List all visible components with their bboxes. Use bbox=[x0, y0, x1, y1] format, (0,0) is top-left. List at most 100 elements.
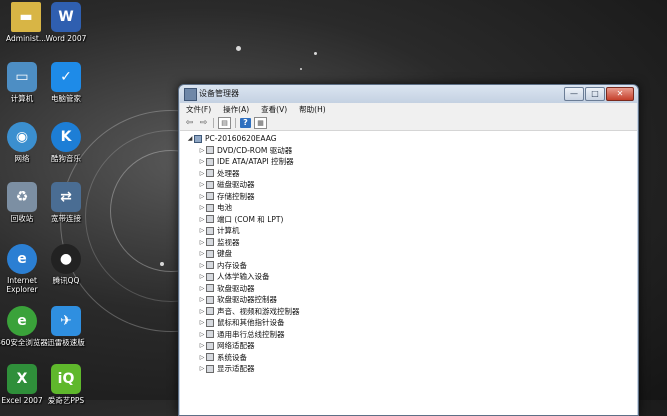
desktop-icon-word[interactable]: W Word 2007 bbox=[40, 2, 92, 43]
expand-arrow-icon[interactable]: ▷ bbox=[198, 340, 206, 352]
tree-root-computer[interactable]: ◢ PC-20160620EAAG bbox=[180, 133, 637, 145]
desktop-icon-pc-manager[interactable]: ✓ 电脑管家 bbox=[40, 62, 92, 103]
tree-item-label: 端口 (COM 和 LPT) bbox=[217, 214, 284, 224]
toolbar: ⇦ ⇨ ▤ ? ▦ bbox=[180, 116, 637, 131]
tree-item-device-category[interactable]: ▷ 监视器 bbox=[180, 237, 637, 249]
tree-item-device-category[interactable]: ▷ 声音、视频和游戏控制器 bbox=[180, 306, 637, 318]
device-manager-window[interactable]: 设备管理器 — □ ✕ 文件(F) 操作(A) 查看(V) 帮助(H) ⇦ ⇨ … bbox=[178, 84, 639, 416]
tree-item-device-category[interactable]: ▷ 通用串行总线控制器 bbox=[180, 329, 637, 341]
expand-arrow-icon[interactable]: ▷ bbox=[198, 352, 206, 364]
desktop-icon-label: 宽带连接 bbox=[51, 214, 81, 223]
tree-item-device-category[interactable]: ▷ 鼠标和其他指针设备 bbox=[180, 317, 637, 329]
wallpaper-dot bbox=[314, 52, 317, 55]
computer-icon bbox=[194, 134, 202, 143]
wallpaper-dot bbox=[236, 46, 241, 51]
tree-item-device-category[interactable]: ▷ 磁盘驱动器 bbox=[180, 179, 637, 191]
desktop-icon-xunlei[interactable]: ✈ 迅雷极速版 bbox=[40, 306, 92, 347]
expand-arrow-icon[interactable]: ▷ bbox=[198, 248, 206, 260]
window-controls: — □ ✕ bbox=[563, 87, 634, 101]
menu-bar: 文件(F) 操作(A) 查看(V) 帮助(H) bbox=[180, 103, 637, 116]
tree-item-device-category[interactable]: ▷ 处理器 bbox=[180, 168, 637, 180]
view-icon[interactable]: ▦ bbox=[254, 117, 267, 129]
device-category-icon bbox=[206, 364, 214, 373]
word-icon: W bbox=[51, 2, 81, 32]
expand-arrow-icon[interactable]: ▷ bbox=[198, 225, 206, 237]
back-icon[interactable]: ⇦ bbox=[184, 118, 195, 128]
desktop-icon-qq[interactable]: ● 腾讯QQ bbox=[40, 244, 92, 285]
device-category-icon bbox=[206, 169, 214, 178]
expand-arrow-icon[interactable]: ▷ bbox=[198, 145, 206, 157]
forward-icon[interactable]: ⇨ bbox=[198, 118, 209, 128]
tree-item-device-category[interactable]: ▷ 人体学输入设备 bbox=[180, 271, 637, 283]
tree-item-label: 通用串行总线控制器 bbox=[217, 329, 285, 339]
expand-arrow-icon[interactable]: ▷ bbox=[198, 179, 206, 191]
xunlei-icon: ✈ bbox=[51, 306, 81, 336]
desktop-icon-broadband[interactable]: ⇄ 宽带连接 bbox=[40, 182, 92, 223]
device-tree-pane[interactable]: ◢ PC-20160620EAAG ▷ DVD/CD-ROM 驱动器 ▷ IDE AT… bbox=[180, 131, 637, 415]
menu-action[interactable]: 操作(A) bbox=[217, 103, 255, 116]
expand-arrow-icon[interactable]: ▷ bbox=[198, 156, 206, 168]
desktop-icon-kugou[interactable]: K 酷狗音乐 bbox=[40, 122, 92, 163]
tree-item-device-category[interactable]: ▷ 软盘驱动器控制器 bbox=[180, 294, 637, 306]
tree-item-label: 软盘驱动器控制器 bbox=[217, 295, 277, 304]
expand-arrow-icon[interactable]: ▷ bbox=[198, 214, 206, 226]
minimize-button[interactable]: — bbox=[564, 87, 584, 101]
expand-arrow-icon[interactable]: ▷ bbox=[198, 260, 206, 272]
expand-arrow-icon[interactable]: ▷ bbox=[198, 191, 206, 203]
tree-item-label: 人体学输入设备 bbox=[217, 272, 270, 281]
device-category-icon bbox=[206, 157, 214, 166]
tree-item-device-category[interactable]: ▷ 网络适配器 bbox=[180, 340, 637, 352]
tree-item-device-category[interactable]: ▷ 电池 bbox=[180, 202, 637, 214]
expand-arrow-icon[interactable]: ▷ bbox=[198, 202, 206, 214]
tree-item-device-category[interactable]: ▷ 端口 (COM 和 LPT) bbox=[180, 214, 637, 226]
tree-item-device-category[interactable]: ▷ 显示适配器 bbox=[180, 363, 637, 375]
tree-item-label: 键盘 bbox=[217, 249, 232, 258]
tree-item-device-category[interactable]: ▷ 存储控制器 bbox=[180, 191, 637, 203]
window-titlebar[interactable]: 设备管理器 — □ ✕ bbox=[179, 85, 638, 103]
expand-arrow-icon[interactable]: ▷ bbox=[198, 237, 206, 249]
computer-icon: ▭ bbox=[7, 62, 37, 92]
tree-item-label: 内存设备 bbox=[217, 260, 247, 270]
collapse-arrow-icon[interactable]: ◢ bbox=[186, 133, 194, 145]
properties-icon[interactable]: ▤ bbox=[218, 117, 231, 129]
tree-item-device-category[interactable]: ▷ 内存设备 bbox=[180, 260, 637, 272]
device-category-icon bbox=[206, 238, 214, 247]
expand-arrow-icon[interactable]: ▷ bbox=[198, 271, 206, 283]
maximize-button[interactable]: □ bbox=[585, 87, 605, 101]
device-category-icon bbox=[206, 341, 214, 350]
tree-item-device-category[interactable]: ▷ 软盘驱动器 bbox=[180, 283, 637, 295]
close-button[interactable]: ✕ bbox=[606, 87, 634, 101]
tree-item-label: 显示适配器 bbox=[217, 364, 255, 373]
device-manager-icon bbox=[184, 88, 197, 101]
iqiyi-icon: iQ bbox=[51, 364, 81, 394]
wallpaper-dot bbox=[160, 262, 164, 266]
tree-item-device-category[interactable]: ▷ DVD/CD-ROM 驱动器 bbox=[180, 145, 637, 157]
desktop-icon-label: Word 2007 bbox=[45, 34, 87, 43]
desktop-icon-iqiyi[interactable]: iQ 爱奇艺PPS bbox=[40, 364, 92, 405]
tree-item-device-category[interactable]: ▷ 键盘 bbox=[180, 248, 637, 260]
expand-arrow-icon[interactable]: ▷ bbox=[198, 317, 206, 329]
device-category-list: ▷ DVD/CD-ROM 驱动器 ▷ IDE ATA/ATAPI 控制器 ▷ 处理器 ▷ 磁盘… bbox=[180, 145, 637, 375]
help-icon[interactable]: ? bbox=[240, 118, 251, 128]
expand-arrow-icon[interactable]: ▷ bbox=[198, 168, 206, 180]
expand-arrow-icon[interactable]: ▷ bbox=[198, 306, 206, 318]
tree-root-label: PC-20160620EAAG bbox=[205, 134, 277, 143]
device-category-icon bbox=[206, 261, 214, 270]
menu-help[interactable]: 帮助(H) bbox=[293, 103, 332, 116]
device-category-icon bbox=[206, 146, 214, 155]
tree-item-device-category[interactable]: ▷ IDE ATA/ATAPI 控制器 bbox=[180, 156, 637, 168]
desktop-icon-label: 腾讯QQ bbox=[52, 276, 80, 285]
expand-arrow-icon[interactable]: ▷ bbox=[198, 363, 206, 375]
tree-item-device-category[interactable]: ▷ 系统设备 bbox=[180, 352, 637, 364]
menu-file[interactable]: 文件(F) bbox=[180, 103, 217, 116]
expand-arrow-icon[interactable]: ▷ bbox=[198, 283, 206, 295]
expand-arrow-icon[interactable]: ▷ bbox=[198, 294, 206, 306]
tree-item-label: 声音、视频和游戏控制器 bbox=[217, 306, 300, 316]
tree-item-label: 软盘驱动器 bbox=[217, 283, 255, 293]
ie-icon: e bbox=[7, 244, 37, 274]
tree-item-device-category[interactable]: ▷ 计算机 bbox=[180, 225, 637, 237]
device-category-icon bbox=[206, 226, 214, 235]
expand-arrow-icon[interactable]: ▷ bbox=[198, 329, 206, 341]
menu-view[interactable]: 查看(V) bbox=[255, 103, 293, 116]
device-category-icon bbox=[206, 215, 214, 224]
